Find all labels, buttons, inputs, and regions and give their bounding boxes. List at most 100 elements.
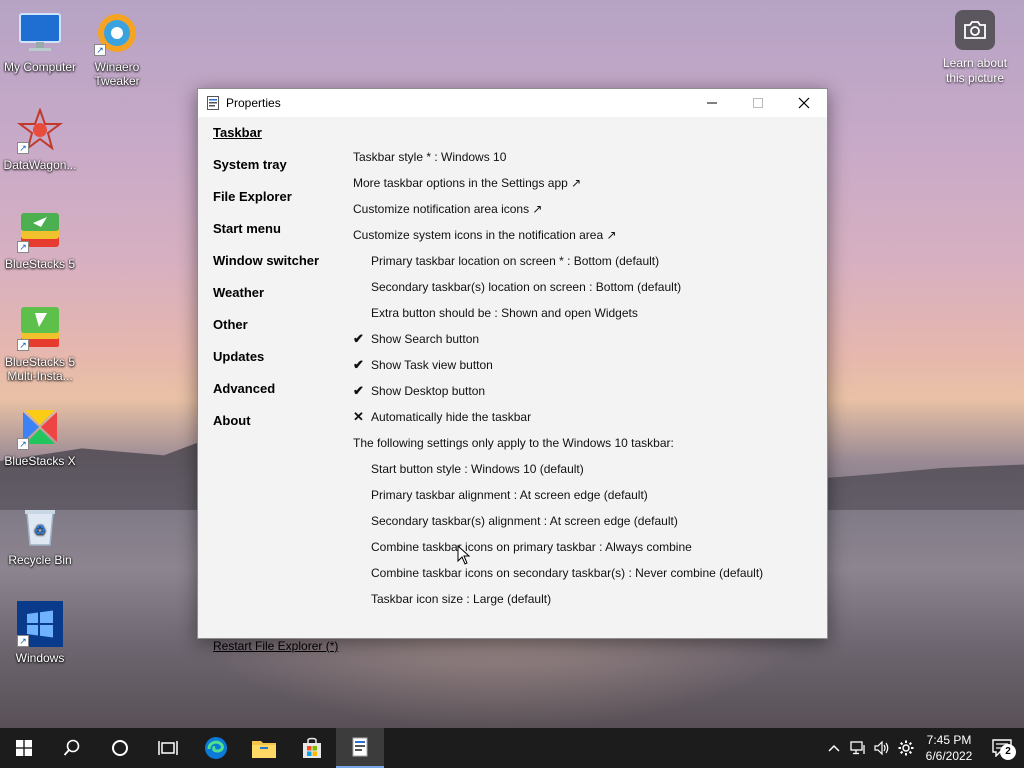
- app-icon: [207, 96, 219, 110]
- mouse-cursor-icon: [457, 545, 471, 565]
- desktop-icon-bluestacks-multi[interactable]: ↗ BlueStacks 5 Multi-Insta...: [0, 305, 80, 383]
- shortcut-arrow-icon: ↗: [17, 438, 29, 450]
- start-button[interactable]: [0, 728, 48, 768]
- option-show-desktop[interactable]: ✔ Show Desktop button: [353, 383, 813, 410]
- monitor-icon: [17, 10, 63, 56]
- windows-start-icon: [16, 740, 32, 756]
- show-hidden-icons-button[interactable]: [822, 728, 846, 768]
- shortcut-arrow-icon: ↗: [94, 44, 106, 56]
- taskbar-store[interactable]: [288, 728, 336, 768]
- properties-app-icon: [352, 737, 368, 757]
- option-notification-icons-link[interactable]: Customize notification area icons ↗: [353, 202, 813, 228]
- checkmark-icon: ✔: [353, 357, 364, 372]
- action-center-button[interactable]: 2: [980, 728, 1024, 768]
- desktop-icon-bluestacks-5[interactable]: ↗ BlueStacks 5: [0, 207, 80, 271]
- clock-date: 6/6/2022: [925, 749, 973, 763]
- option-settings-link[interactable]: More taskbar options in the Settings app…: [353, 176, 813, 202]
- nav-item-updates[interactable]: Updates: [213, 349, 343, 381]
- datawagon-icon: ↗: [17, 107, 63, 154]
- close-icon: [798, 97, 810, 109]
- nav-item-system-tray[interactable]: System tray: [213, 157, 343, 189]
- chevron-up-icon: [828, 744, 840, 752]
- taskbar-properties-app[interactable]: [336, 728, 384, 768]
- minimize-icon: [707, 102, 717, 104]
- option-primary-location[interactable]: Primary taskbar location on screen * : B…: [353, 254, 813, 280]
- nav-item-file-explorer[interactable]: File Explorer: [213, 189, 343, 221]
- learn-about-picture-label: Learn about this picture: [942, 56, 1008, 85]
- task-view-button[interactable]: [144, 728, 192, 768]
- close-button[interactable]: [781, 89, 827, 117]
- nav-item-start-menu[interactable]: Start menu: [213, 221, 343, 253]
- minimize-button[interactable]: [689, 89, 735, 117]
- shortcut-arrow-icon: ↗: [17, 142, 29, 154]
- learn-about-picture[interactable]: Learn about this picture: [936, 10, 1014, 86]
- taskbar-edge[interactable]: [192, 728, 240, 768]
- nav-item-other[interactable]: Other: [213, 317, 343, 349]
- taskbar: 7:45 PM 6/6/2022 2: [0, 728, 1024, 768]
- recycle-bin-icon: ♻: [17, 503, 63, 549]
- desktop-icon-recycle-bin[interactable]: ♻ Recycle Bin: [0, 503, 80, 567]
- windows-logo-icon: ↗: [17, 601, 63, 647]
- desktop-icon-label: Winaero Tweaker: [94, 60, 140, 88]
- option-primary-alignment[interactable]: Primary taskbar alignment : At screen ed…: [353, 488, 813, 514]
- option-icon-size[interactable]: Taskbar icon size : Large (default): [353, 592, 813, 618]
- shortcut-arrow-icon: ↗: [17, 339, 29, 351]
- taskbar-file-explorer[interactable]: [240, 728, 288, 768]
- shortcut-arrow-icon: ↗: [17, 635, 29, 647]
- option-secondary-location[interactable]: Secondary taskbar(s) location on screen …: [353, 280, 813, 306]
- cortana-icon: [112, 740, 128, 756]
- sidebar-nav: Taskbar System tray File Explorer Start …: [213, 125, 343, 445]
- desktop-icon-winaero-tweaker[interactable]: ↗ Winaero Tweaker: [77, 10, 157, 88]
- desktop-icon-label: BlueStacks X: [4, 454, 76, 468]
- option-label: Show Search button: [371, 332, 480, 346]
- option-start-button-style[interactable]: Start button style : Windows 10 (default…: [353, 462, 813, 488]
- task-view-icon: [158, 741, 178, 755]
- nav-item-about[interactable]: About: [213, 413, 343, 445]
- option-extra-button[interactable]: Extra button should be : Shown and open …: [353, 306, 813, 332]
- network-icon: [850, 741, 865, 755]
- maximize-icon: [753, 98, 763, 108]
- option-show-search[interactable]: ✔ Show Search button: [353, 331, 813, 358]
- maximize-button[interactable]: [735, 89, 781, 117]
- desktop-icon-label: DataWagon...: [3, 158, 77, 172]
- nav-item-advanced[interactable]: Advanced: [213, 381, 343, 413]
- volume-button[interactable]: [870, 728, 894, 768]
- network-button[interactable]: [846, 728, 870, 768]
- cross-icon: ✕: [353, 409, 364, 424]
- notification-count-badge: 2: [1000, 744, 1016, 760]
- restart-explorer-link[interactable]: Restart File Explorer (*): [213, 639, 338, 653]
- options-list: Taskbar style * : Windows 10 More taskba…: [353, 117, 813, 618]
- desktop-icon-my-computer[interactable]: My Computer: [0, 10, 80, 74]
- window-title: Properties: [226, 96, 281, 110]
- svg-text:♻: ♻: [34, 522, 47, 538]
- desktop-icon-windows[interactable]: ↗ Windows: [0, 601, 80, 665]
- system-tray: 7:45 PM 6/6/2022 2: [822, 728, 1024, 768]
- option-secondary-alignment[interactable]: Secondary taskbar(s) alignment : At scre…: [353, 514, 813, 540]
- bluestacks-icon: ↗: [17, 207, 63, 253]
- desktop-icon-label: My Computer: [3, 60, 77, 74]
- store-icon: [303, 737, 321, 758]
- nav-item-taskbar[interactable]: Taskbar: [213, 125, 343, 157]
- option-taskbar-style[interactable]: Taskbar style * : Windows 10: [353, 150, 813, 176]
- desktop-icon-datawagon[interactable]: ↗ DataWagon...: [0, 107, 80, 172]
- option-label: Show Task view button: [371, 358, 493, 372]
- clock[interactable]: 7:45 PM 6/6/2022: [918, 732, 980, 764]
- weather-settings-button[interactable]: [894, 728, 918, 768]
- nav-item-window-switcher[interactable]: Window switcher: [213, 253, 343, 285]
- cortana-button[interactable]: [96, 728, 144, 768]
- option-combine-secondary[interactable]: Combine taskbar icons on secondary taskb…: [353, 566, 813, 592]
- desktop-icon-label: BlueStacks 5 Multi-Insta...: [4, 355, 76, 383]
- desktop-icon-bluestacks-x[interactable]: ↗ BlueStacks X: [0, 404, 80, 468]
- option-combine-primary[interactable]: Combine taskbar icons on primary taskbar…: [353, 540, 813, 566]
- nav-item-weather[interactable]: Weather: [213, 285, 343, 317]
- option-system-icons-link[interactable]: Customize system icons in the notificati…: [353, 228, 813, 254]
- volume-icon: [874, 741, 889, 755]
- bluestacks-multi-instance-icon: ↗: [17, 305, 63, 351]
- title-bar[interactable]: Properties: [198, 89, 827, 117]
- checkmark-icon: ✔: [353, 383, 364, 398]
- search-icon: [63, 739, 80, 756]
- search-button[interactable]: [48, 728, 96, 768]
- bluestacks-x-icon: ↗: [17, 404, 63, 450]
- option-auto-hide[interactable]: ✕ Automatically hide the taskbar: [353, 409, 813, 436]
- option-show-task-view[interactable]: ✔ Show Task view button: [353, 357, 813, 384]
